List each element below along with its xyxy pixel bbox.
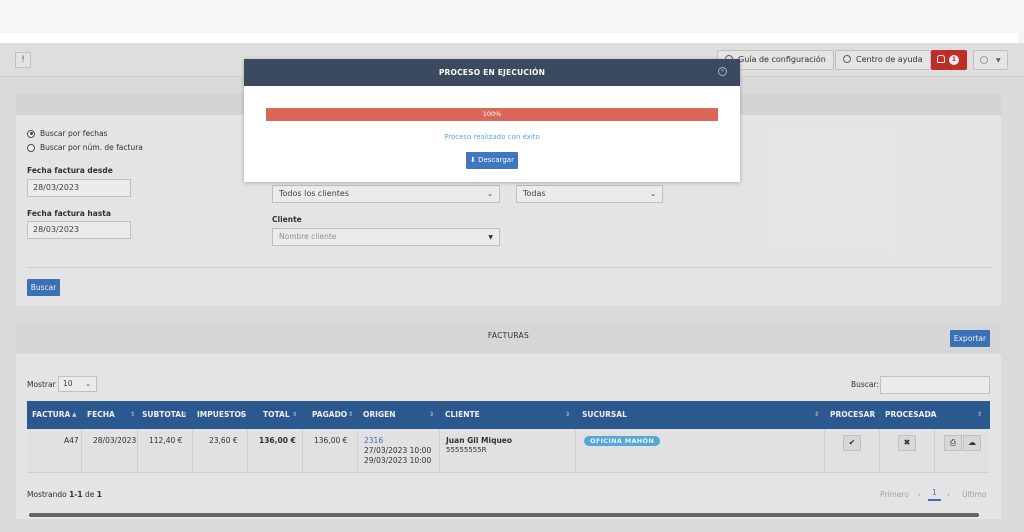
browser-top-area [0, 0, 1024, 33]
progress-bar: 100% [266, 108, 718, 121]
top-strip [0, 33, 1018, 43]
progress-label: 100% [482, 110, 502, 118]
process-modal: PROCESO EN EJECUCIÓN ✕ 100% Proceso real… [244, 59, 740, 182]
success-message: Proceso realizado con éxito [444, 133, 540, 141]
close-icon[interactable]: ✕ [718, 67, 727, 76]
modal-header: PROCESO EN EJECUCIÓN ✕ [244, 59, 740, 86]
download-button[interactable]: ⬇ Descargar [466, 152, 518, 169]
modal-title: PROCESO EN EJECUCIÓN [438, 68, 546, 77]
